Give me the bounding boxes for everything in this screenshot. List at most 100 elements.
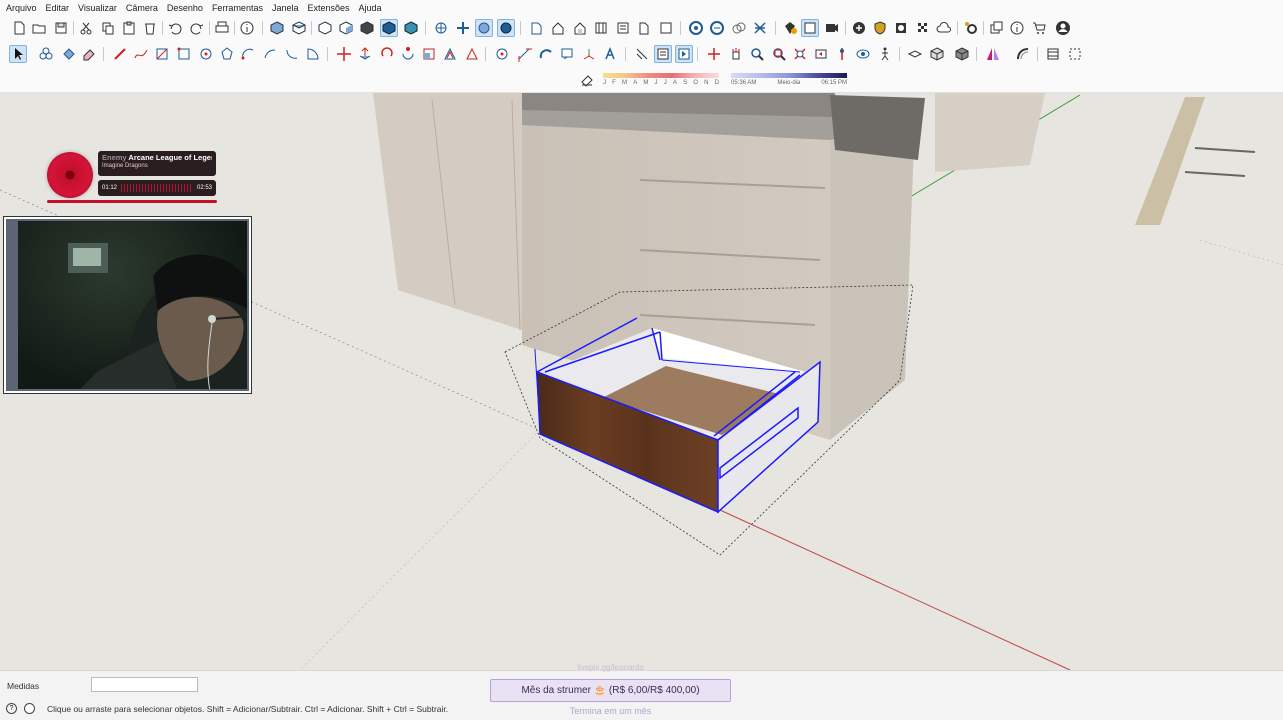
photo-textures-icon[interactable] — [892, 19, 910, 37]
line-tool-icon[interactable] — [111, 45, 129, 63]
copy-icon[interactable] — [99, 19, 117, 37]
shadow-toggle-icon[interactable] — [580, 73, 594, 87]
move-tool-icon[interactable] — [335, 45, 353, 63]
look-around-tool-icon[interactable] — [854, 45, 872, 63]
checker-icon[interactable] — [914, 19, 932, 37]
position-camera-icon[interactable] — [833, 45, 851, 63]
measurements-input[interactable] — [91, 677, 198, 692]
geo-location-status-icon[interactable]: ? — [6, 703, 17, 714]
instructor-info-icon[interactable] — [24, 703, 35, 714]
redo-icon[interactable] — [188, 19, 206, 37]
push-pull-icon[interactable] — [356, 45, 374, 63]
save-icon[interactable] — [52, 19, 70, 37]
circle-tool-icon[interactable] — [197, 45, 215, 63]
follow-me-icon[interactable] — [399, 45, 417, 63]
component-tool-icon[interactable] — [37, 45, 55, 63]
undo-icon[interactable] — [166, 19, 184, 37]
top-view-icon[interactable] — [290, 19, 308, 37]
arc-tool-icon[interactable] — [239, 45, 257, 63]
text-tool-icon[interactable] — [558, 45, 576, 63]
extension-warehouse-icon[interactable] — [751, 19, 769, 37]
add-location-icon[interactable] — [850, 19, 868, 37]
zoom-icon[interactable] — [748, 45, 766, 63]
sandbox-icon[interactable] — [906, 45, 924, 63]
polygon-tool-icon[interactable] — [218, 45, 236, 63]
menu-extensoes[interactable]: Extensões — [308, 3, 350, 13]
protractor-icon[interactable] — [537, 45, 555, 63]
delete-icon[interactable] — [141, 19, 159, 37]
cart-icon[interactable] — [1030, 19, 1048, 37]
cloud-icon[interactable] — [935, 19, 953, 37]
styles-icon[interactable] — [635, 19, 653, 37]
eraser-icon[interactable] — [80, 45, 98, 63]
rotate-tool-icon[interactable] — [378, 45, 396, 63]
pan-icon[interactable] — [454, 19, 472, 37]
new-file-icon[interactable] — [10, 19, 28, 37]
pan-tool-icon[interactable] — [705, 45, 723, 63]
menu-janela[interactable]: Janela — [272, 3, 299, 13]
walk-icon[interactable] — [475, 19, 493, 37]
iso-view-icon[interactable] — [268, 19, 286, 37]
account-icon[interactable] — [1054, 19, 1072, 37]
flip-tool-icon[interactable] — [463, 45, 481, 63]
front-view-icon[interactable] — [316, 19, 334, 37]
zoom-extents-icon[interactable] — [791, 45, 809, 63]
pie-tool-icon[interactable] — [304, 45, 322, 63]
paint-bucket-icon[interactable] — [59, 45, 77, 63]
paste-icon[interactable] — [120, 19, 138, 37]
menu-desenho[interactable]: Desenho — [167, 3, 203, 13]
warehouse-3d-icon[interactable] — [730, 19, 748, 37]
select-tool-icon[interactable] — [9, 45, 27, 63]
arc2-tool-icon[interactable] — [261, 45, 279, 63]
3d-text-icon[interactable] — [601, 45, 619, 63]
solid-box-icon[interactable] — [953, 45, 971, 63]
round-corner-icon[interactable] — [1014, 45, 1032, 63]
zoom-window-icon[interactable] — [770, 45, 788, 63]
menu-ajuda[interactable]: Ajuda — [359, 3, 382, 13]
dimension-icon[interactable] — [515, 45, 533, 63]
model-viewport[interactable]: Enemy Arcane League of Legends Imagine D… — [0, 93, 1283, 670]
menu-visualizar[interactable]: Visualizar — [78, 3, 117, 13]
section-fill-icon[interactable] — [633, 45, 651, 63]
geo-location-icon[interactable] — [687, 19, 705, 37]
axes-tool-icon[interactable] — [580, 45, 598, 63]
hand-tool-icon[interactable] — [727, 45, 745, 63]
offset-tool-icon[interactable] — [441, 45, 459, 63]
scale-tool-icon[interactable] — [420, 45, 438, 63]
back-view-icon[interactable] — [358, 19, 376, 37]
textured-style-icon[interactable] — [402, 19, 420, 37]
menu-camera[interactable]: Câmera — [126, 3, 158, 13]
menu-arquivo[interactable]: Arquivo — [6, 3, 37, 13]
open-folder-icon[interactable] — [30, 19, 48, 37]
orbit-icon[interactable] — [432, 19, 450, 37]
rectangle-tool-icon[interactable] — [153, 45, 171, 63]
layers-icon[interactable] — [657, 19, 675, 37]
print-icon[interactable] — [213, 19, 231, 37]
shadow-time-slider[interactable] — [731, 73, 847, 78]
warehouse-icon[interactable] — [571, 19, 589, 37]
shield-icon[interactable] — [871, 19, 889, 37]
tape-measure-icon[interactable] — [493, 45, 511, 63]
badge-icon[interactable] — [781, 19, 799, 37]
house-icon[interactable] — [549, 19, 567, 37]
section-cuts-icon[interactable] — [675, 45, 693, 63]
shaded-style-icon[interactable] — [380, 19, 398, 37]
window-icon[interactable] — [987, 19, 1005, 37]
section-planes-icon[interactable] — [654, 45, 672, 63]
cut-icon[interactable] — [77, 19, 95, 37]
right-view-icon[interactable] — [337, 19, 355, 37]
credits-icon[interactable] — [708, 19, 726, 37]
previous-view-icon[interactable] — [812, 45, 830, 63]
grid-dots-icon[interactable] — [1066, 45, 1084, 63]
settings-icon[interactable] — [962, 19, 980, 37]
section-plane-icon[interactable] — [527, 19, 545, 37]
freehand-icon[interactable] — [132, 45, 150, 63]
menu-editar[interactable]: Editar — [46, 3, 70, 13]
arc3-tool-icon[interactable] — [283, 45, 301, 63]
layout-icon[interactable] — [1044, 45, 1062, 63]
menu-ferramentas[interactable]: Ferramentas — [212, 3, 263, 13]
scenes-icon[interactable] — [823, 19, 841, 37]
shadow-date-slider[interactable] — [603, 73, 719, 78]
look-around-icon[interactable] — [497, 19, 515, 37]
walk-tool-icon[interactable] — [876, 45, 894, 63]
